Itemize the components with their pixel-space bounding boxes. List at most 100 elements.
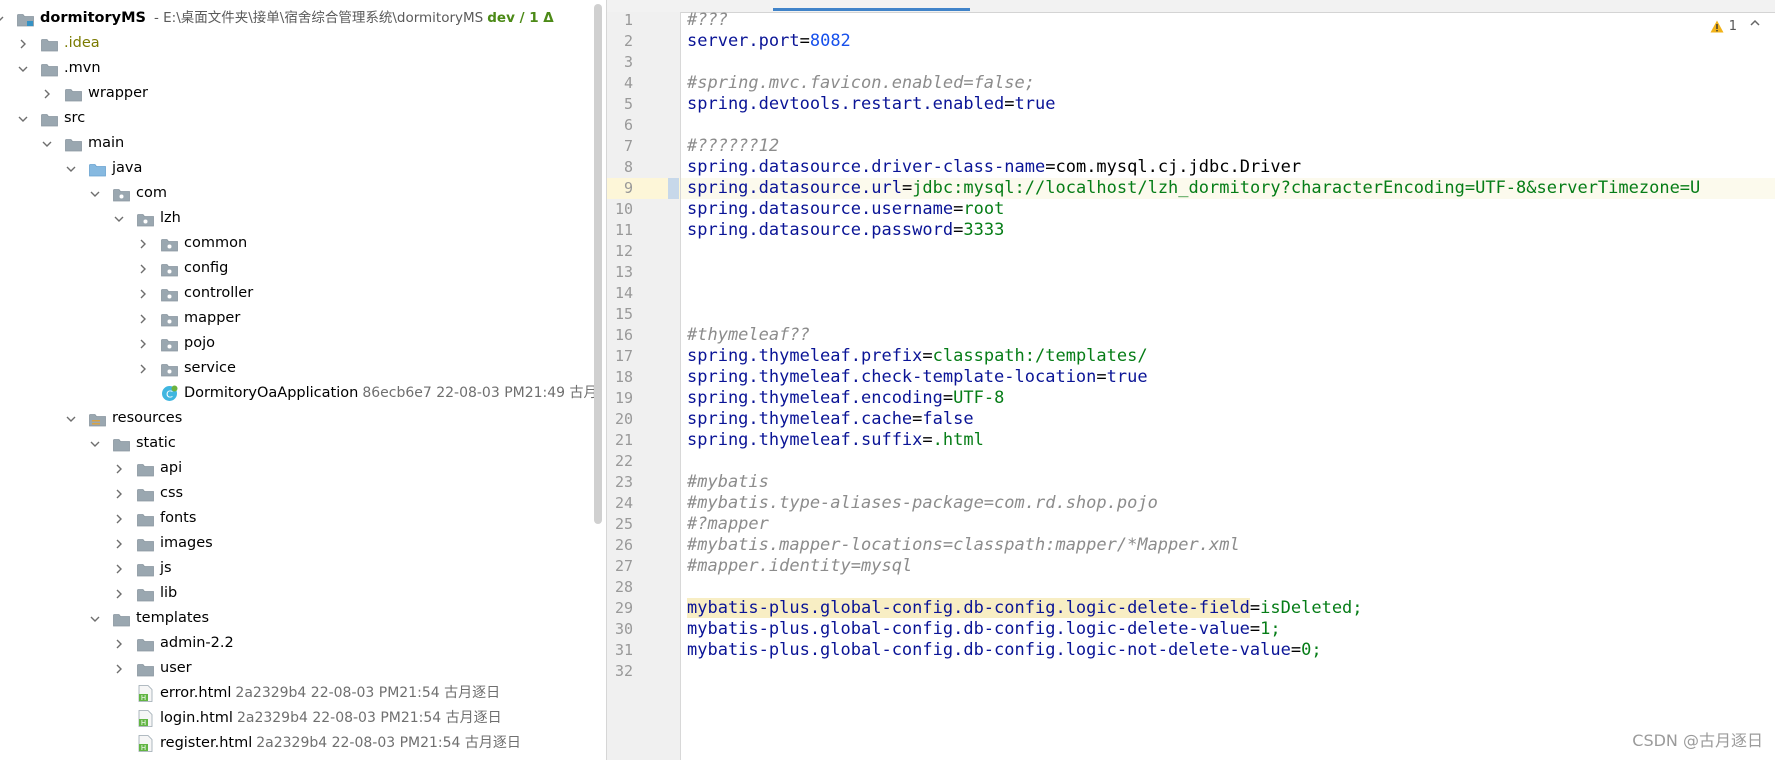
tree-node-pojo[interactable]: pojo bbox=[0, 331, 597, 356]
code-line[interactable]: spring.datasource.driver-class-name=com.… bbox=[687, 157, 1301, 178]
tree-node-main[interactable]: main bbox=[0, 131, 597, 156]
code-line[interactable]: spring.thymeleaf.check-template-location… bbox=[687, 367, 1148, 388]
code-token: spring.thymeleaf.check-template-location bbox=[687, 367, 1097, 387]
tree-node-images[interactable]: images bbox=[0, 531, 597, 556]
chevron-right-icon[interactable] bbox=[40, 81, 54, 106]
chevron-right-icon[interactable] bbox=[112, 531, 126, 556]
code-token: #mybatis.type-aliases-package=com.rd.sho… bbox=[687, 493, 1158, 513]
code-line[interactable]: spring.datasource.password=3333 bbox=[687, 220, 1004, 241]
code-line[interactable]: #thymeleaf?? bbox=[687, 325, 810, 346]
tree-node-dormitoryoaapplication[interactable]: C DormitoryOaApplication 86ecb6e7 22-08-03… bbox=[0, 381, 597, 406]
chevron-down-icon[interactable] bbox=[16, 56, 30, 81]
code-line[interactable]: #mybatis.type-aliases-package=com.rd.sho… bbox=[687, 493, 1158, 514]
chevron-down-icon[interactable] bbox=[88, 606, 102, 631]
chevron-down-icon[interactable] bbox=[64, 156, 78, 181]
line-number: 30 bbox=[614, 620, 633, 638]
tree-node-controller[interactable]: controller bbox=[0, 281, 597, 306]
inspection-widget[interactable]: 1 bbox=[1710, 19, 1737, 34]
code-line[interactable]: spring.thymeleaf.cache=false bbox=[687, 409, 974, 430]
tree-node-src[interactable]: src bbox=[0, 106, 597, 131]
tree-node-register-html[interactable]: Hregister.html 2a2329b4 22-08-03 PM21:54 … bbox=[0, 731, 597, 756]
tree-node-label: api bbox=[160, 456, 182, 481]
code-token: spring.thymeleaf.encoding bbox=[687, 388, 943, 408]
chevron-right-icon[interactable] bbox=[112, 656, 126, 681]
chevron-right-icon[interactable] bbox=[136, 281, 150, 306]
tree-node-common[interactable]: common bbox=[0, 231, 597, 256]
code-line[interactable]: spring.datasource.username=root bbox=[687, 199, 1004, 220]
tree-node-name: error.html bbox=[160, 685, 232, 701]
code-line[interactable]: #??????12 bbox=[687, 136, 779, 157]
tree-node-admin-2-2[interactable]: admin-2.2 bbox=[0, 631, 597, 656]
tree-node-dormitoryms[interactable]: dormitoryMS - E:\桌面文件夹\接单\宿舍综合管理系统\dormit… bbox=[0, 6, 597, 31]
code-line[interactable]: spring.thymeleaf.suffix=.html bbox=[687, 430, 984, 451]
tree-node-service[interactable]: service bbox=[0, 356, 597, 381]
project-tree-scrollbar[interactable] bbox=[594, 4, 602, 524]
tree-node-api[interactable]: api bbox=[0, 456, 597, 481]
active-tab-indicator[interactable] bbox=[773, 8, 970, 11]
code-line[interactable]: #mybatis.mapper-locations=classpath:mapp… bbox=[687, 535, 1240, 556]
chevron-down-icon[interactable] bbox=[0, 6, 6, 31]
chevron-right-icon[interactable] bbox=[112, 631, 126, 656]
code-line[interactable]: spring.thymeleaf.encoding=UTF-8 bbox=[687, 388, 1004, 409]
code-line[interactable]: #?mapper bbox=[687, 514, 769, 535]
chevron-right-icon[interactable] bbox=[136, 306, 150, 331]
line-number: 6 bbox=[623, 116, 633, 134]
chevron-right-icon[interactable] bbox=[112, 456, 126, 481]
tree-node-fonts[interactable]: fonts bbox=[0, 506, 597, 531]
line-number: 5 bbox=[623, 95, 633, 113]
chevron-down-icon[interactable] bbox=[88, 431, 102, 456]
chevron-right-icon[interactable] bbox=[112, 581, 126, 606]
code-line[interactable]: #mapper.identity=mysql bbox=[687, 556, 912, 577]
chevron-down-icon[interactable] bbox=[40, 131, 54, 156]
tree-node-static[interactable]: static bbox=[0, 431, 597, 456]
chevron-right-icon[interactable] bbox=[136, 231, 150, 256]
tree-node-com[interactable]: com bbox=[0, 181, 597, 206]
code-editor[interactable]: 1 2 3 4 5 6 7 8 9 10 11 12 13 14 15 16 17 18 19 20 21 22 23 24 2… bbox=[607, 0, 1775, 760]
project-path: - E:\桌面文件夹\接单\宿舍综合管理系统\dormitoryMS bbox=[153, 10, 484, 26]
tree-node-css[interactable]: css bbox=[0, 481, 597, 506]
code-token: #mybatis bbox=[687, 472, 769, 492]
tree-node-login-html[interactable]: Hlogin.html 2a2329b4 22-08-03 PM21:54 古月逐… bbox=[0, 706, 597, 731]
tree-node-js[interactable]: js bbox=[0, 556, 597, 581]
code-line[interactable]: #mybatis bbox=[687, 472, 769, 493]
code-line[interactable]: spring.devtools.restart.enabled=true bbox=[687, 94, 1055, 115]
tree-node-idea[interactable]: .idea bbox=[0, 31, 597, 56]
project-tree[interactable]: dormitoryMS - E:\桌面文件夹\接单\宿舍综合管理系统\dormit… bbox=[0, 0, 597, 760]
tree-node-config[interactable]: config bbox=[0, 256, 597, 281]
chevron-right-icon[interactable] bbox=[112, 481, 126, 506]
chevron-right-icon[interactable] bbox=[136, 256, 150, 281]
code-line[interactable]: mybatis-plus.global-config.db-config.log… bbox=[687, 640, 1322, 661]
tree-node-mapper[interactable]: mapper bbox=[0, 306, 597, 331]
code-line[interactable]: #??? bbox=[687, 10, 728, 31]
chevron-right-icon[interactable] bbox=[16, 31, 30, 56]
chevron-right-icon[interactable] bbox=[136, 356, 150, 381]
code-line[interactable]: spring.thymeleaf.prefix=classpath:/templ… bbox=[687, 346, 1148, 367]
tree-node-error-html[interactable]: Herror.html 2a2329b4 22-08-03 PM21:54 古月逐… bbox=[0, 681, 597, 706]
tree-node-wrapper[interactable]: wrapper bbox=[0, 81, 597, 106]
chevron-down-icon[interactable] bbox=[112, 206, 126, 231]
chevron-up-icon[interactable] bbox=[1749, 18, 1761, 28]
tree-node-user[interactable]: user bbox=[0, 656, 597, 681]
html-file-icon: H bbox=[137, 735, 154, 752]
tree-node-mvn[interactable]: .mvn bbox=[0, 56, 597, 81]
line-number: 1 bbox=[623, 11, 633, 29]
code-line[interactable]: mybatis-plus.global-config.db-config.log… bbox=[687, 619, 1281, 640]
chevron-right-icon[interactable] bbox=[136, 331, 150, 356]
tree-node-label: error.html 2a2329b4 22-08-03 PM21:54 古月逐日 bbox=[160, 681, 500, 706]
code-line[interactable]: server.port=8082 bbox=[687, 31, 851, 52]
tree-node-lib[interactable]: lib bbox=[0, 581, 597, 606]
chevron-down-icon[interactable] bbox=[16, 106, 30, 131]
vcs-annotation: 2a2329b4 22-08-03 PM21:54 古月逐日 bbox=[235, 685, 501, 701]
chevron-down-icon[interactable] bbox=[64, 406, 78, 431]
chevron-right-icon[interactable] bbox=[112, 506, 126, 531]
tree-node-templates[interactable]: templates bbox=[0, 606, 597, 631]
code-line[interactable]: mybatis-plus.global-config.db-config.log… bbox=[687, 598, 1363, 619]
tree-node-lzh[interactable]: lzh bbox=[0, 206, 597, 231]
chevron-right-icon[interactable] bbox=[112, 556, 126, 581]
change-marker[interactable] bbox=[668, 178, 679, 199]
code-line[interactable]: #spring.mvc.favicon.enabled=false; bbox=[687, 73, 1035, 94]
tree-node-java[interactable]: java bbox=[0, 156, 597, 181]
code-line[interactable]: spring.datasource.url=jdbc:mysql://local… bbox=[687, 178, 1700, 199]
chevron-down-icon[interactable] bbox=[88, 181, 102, 206]
tree-node-resources[interactable]: resources bbox=[0, 406, 597, 431]
